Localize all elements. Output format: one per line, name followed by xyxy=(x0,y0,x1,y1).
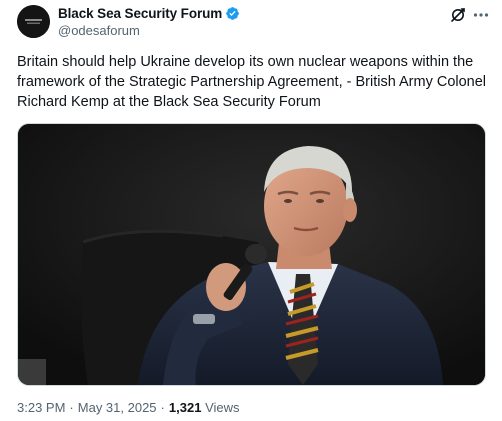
more-button[interactable] xyxy=(472,6,490,24)
tweet-time[interactable]: 3:23 PM xyxy=(17,400,65,415)
tweet-date[interactable]: May 31, 2025 xyxy=(78,400,157,415)
verified-badge-icon xyxy=(226,7,240,20)
author-name-row: Black Sea Security Forum xyxy=(58,6,240,21)
tweet-meta: 3:23 PM · May 31, 2025 · 1,321 Views xyxy=(17,400,240,415)
tweet-media[interactable] xyxy=(17,123,486,386)
forum-logo-icon xyxy=(17,5,50,38)
avatar[interactable] xyxy=(17,5,50,38)
views-label: Views xyxy=(205,400,240,415)
views-count: 1,321 xyxy=(168,400,202,415)
grok-button[interactable] xyxy=(449,6,467,24)
tweet-text: Britain should help Ukraine develop its … xyxy=(17,54,487,110)
meta-separator: · xyxy=(160,400,165,415)
video-still-image xyxy=(18,124,485,385)
grok-icon xyxy=(451,8,465,22)
author-display-name[interactable]: Black Sea Security Forum xyxy=(58,6,222,21)
author-handle[interactable]: @odesaforum xyxy=(58,23,140,38)
more-icon xyxy=(473,13,489,17)
meta-separator: · xyxy=(69,400,74,415)
tweet: Black Sea Security Forum @odesaforum Bri… xyxy=(0,0,502,421)
